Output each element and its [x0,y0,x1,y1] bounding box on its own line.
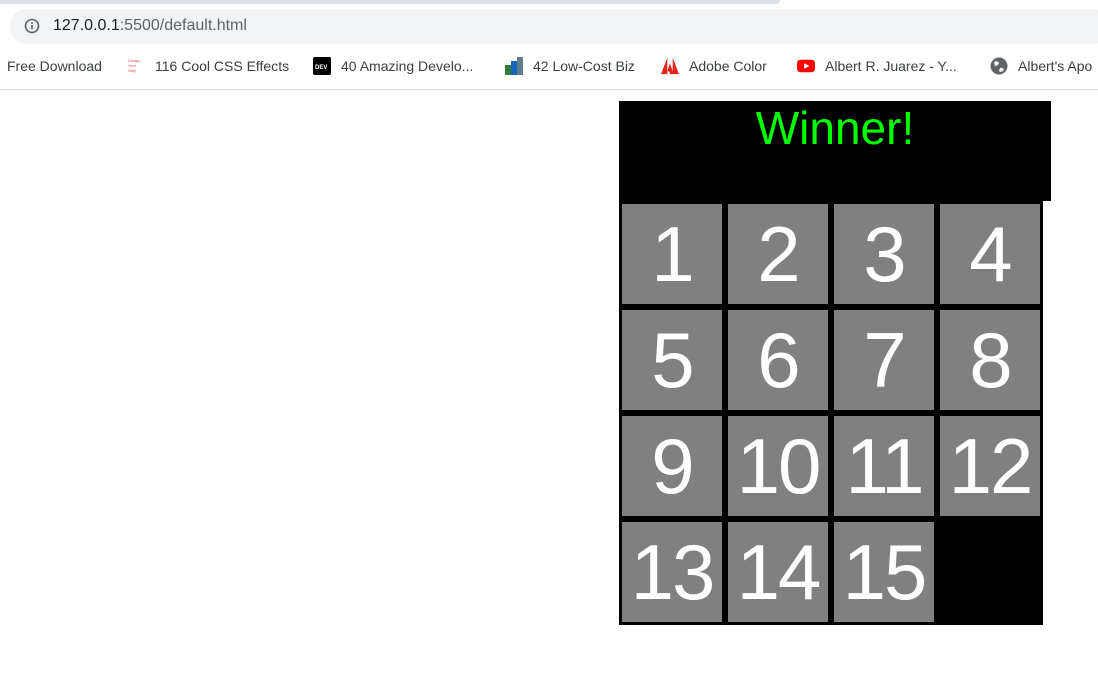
toolbar-divider [0,89,1098,90]
bookmark-label: Albert R. Juarez - Y... [825,58,957,74]
bookmark-albert-youtube[interactable]: Albert R. Juarez - Y... [797,52,957,80]
status-panel: Winner! [619,101,1051,201]
tile[interactable]: 2 [728,204,828,304]
tile[interactable]: 14 [728,522,828,622]
tile[interactable]: 15 [834,522,934,622]
youtube-icon [797,59,815,73]
design-your-way-icon: Design Your Way [128,58,140,73]
bookmarks-bar: Free Download Design Your Way 116 Cool C… [0,52,1098,80]
tile[interactable]: 9 [622,416,722,516]
tile[interactable]: 11 [834,416,934,516]
tile[interactable]: 7 [834,310,934,410]
svg-text:Way: Way [128,68,136,73]
tile[interactable]: 1 [622,204,722,304]
url-text[interactable]: 127.0.0.1:5500/default.html [53,16,247,36]
tile[interactable]: 8 [940,310,1040,410]
tile[interactable]: 5 [622,310,722,410]
dev-icon: DEV [313,57,331,75]
empty-tile [940,522,1040,622]
tab-strip [0,0,780,4]
bookmark-label: Adobe Color [689,58,767,74]
tile[interactable]: 6 [728,310,828,410]
bookmark-label: Albert's Apo [1018,58,1093,74]
tile-grid: 1 2 3 4 5 6 7 8 9 10 11 12 13 14 15 [619,201,1043,625]
bookmark-label: 40 Amazing Develo... [341,58,474,74]
info-icon[interactable] [24,18,40,34]
url-path: :5500/default.html [119,17,247,34]
chart-icon [505,57,523,75]
bookmark-free-download[interactable]: Free Download [7,52,102,80]
tile[interactable]: 13 [622,522,722,622]
adobe-icon [661,57,679,75]
globe-icon [990,57,1008,75]
tile[interactable]: 10 [728,416,828,516]
bookmark-adobe-color[interactable]: Adobe Color [661,52,767,80]
tile[interactable]: 12 [940,416,1040,516]
bookmark-amazing-developers[interactable]: DEV 40 Amazing Develo... [313,52,473,80]
tile[interactable]: 4 [940,204,1040,304]
winner-message: Winner! [755,102,915,154]
bookmark-label: 42 Low-Cost Biz [533,58,635,74]
bookmark-label: Free Download [7,58,102,74]
bookmark-css-effects[interactable]: Design Your Way 116 Cool CSS Effects [127,52,289,80]
svg-text:DEV: DEV [315,65,327,71]
bookmark-label: 116 Cool CSS Effects [155,58,290,74]
bookmark-low-cost-biz[interactable]: 42 Low-Cost Biz [505,52,635,80]
url-host: 127.0.0.1 [53,17,120,34]
tile[interactable]: 3 [834,204,934,304]
bookmark-alberts-apo[interactable]: Albert's Apo [990,52,1092,80]
